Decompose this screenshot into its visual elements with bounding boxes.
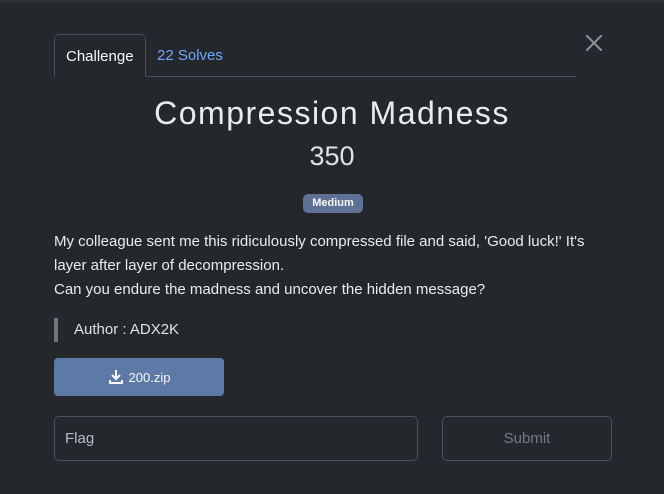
tab-solves[interactable]: 22 Solves xyxy=(146,34,234,77)
flag-input[interactable] xyxy=(54,416,418,461)
download-file-name: 200.zip xyxy=(128,369,171,385)
description-line-1: My colleague sent me this ridiculously c… xyxy=(54,233,585,274)
top-edge xyxy=(0,0,664,3)
challenge-tabs: Challenge 22 Solves xyxy=(54,34,576,77)
challenge-modal: Challenge 22 Solves Compression Madness … xyxy=(0,0,664,494)
close-icon[interactable] xyxy=(582,30,606,54)
tab-challenge[interactable]: Challenge xyxy=(54,34,146,77)
author-note: Author : ADX2K xyxy=(54,318,179,342)
challenge-points: 350 xyxy=(309,141,355,171)
download-icon xyxy=(108,370,123,384)
download-file-button[interactable]: 200.zip xyxy=(54,358,224,396)
challenge-title: Compression Madness xyxy=(154,95,510,131)
challenge-description: My colleague sent me this ridiculously c… xyxy=(54,230,619,302)
difficulty-badge: Medium xyxy=(303,194,363,213)
submit-button[interactable]: Submit xyxy=(442,416,612,461)
description-line-2: Can you endure the madness and uncover t… xyxy=(54,281,486,298)
